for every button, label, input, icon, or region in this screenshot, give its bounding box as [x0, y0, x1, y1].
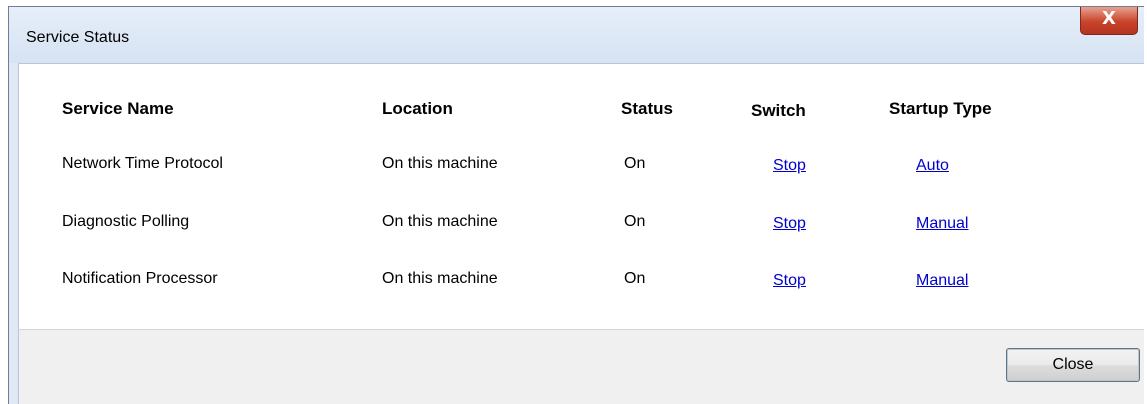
column-header-switch: Switch — [751, 101, 806, 120]
row-2-stop-link[interactable]: Stop — [773, 215, 806, 233]
row-1-startup-type-link[interactable]: Auto — [916, 157, 949, 175]
column-header-status: Status — [621, 99, 673, 118]
row-1-status: On — [624, 155, 646, 172]
window-title: Service Status — [26, 29, 130, 46]
row-3-status: On — [624, 270, 646, 287]
close-button[interactable]: Close — [1006, 348, 1140, 382]
row-1-stop-link[interactable]: Stop — [773, 157, 806, 175]
row-1-service-name: Network Time Protocol — [62, 155, 223, 172]
row-2-status: On — [624, 213, 646, 230]
row-2-startup-type-link[interactable]: Manual — [916, 215, 968, 233]
row-2-location: On this machine — [382, 213, 498, 230]
row-2-service-name: Diagnostic Polling — [62, 213, 190, 230]
column-header-service-name: Service Name — [62, 99, 174, 118]
column-header-location: Location — [382, 99, 453, 118]
services-table: Service Name Location Status Switch Star… — [18, 63, 1144, 329]
column-header-startup-type: Startup Type — [889, 99, 992, 118]
service-status-dialog: Service Status X Service Name Location S… — [8, 6, 1144, 404]
row-3-stop-link[interactable]: Stop — [773, 272, 806, 290]
title-bar: Service Status X — [9, 7, 1144, 63]
row-3-service-name: Notification Processor — [62, 270, 218, 287]
row-3-location: On this machine — [382, 270, 498, 287]
window-close-icon[interactable]: X — [1080, 7, 1138, 35]
row-1-location: On this machine — [382, 155, 498, 172]
dialog-footer: Close — [18, 329, 1144, 404]
row-3-startup-type-link[interactable]: Manual — [916, 272, 968, 290]
